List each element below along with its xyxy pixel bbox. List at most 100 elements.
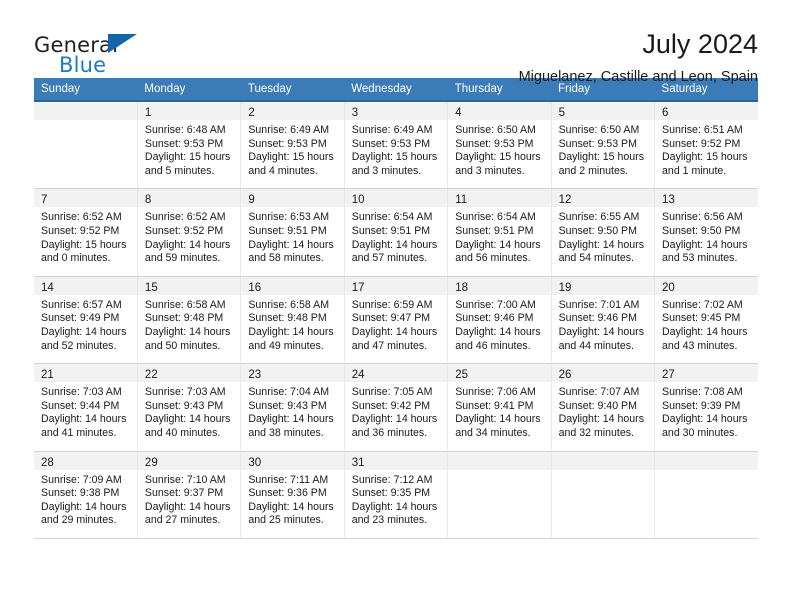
sunrise-text: Sunrise: 7:11 AM bbox=[248, 473, 329, 486]
sunrise-text: Sunrise: 6:58 AM bbox=[144, 298, 226, 311]
daylight-text: Daylight: 14 hours bbox=[144, 500, 231, 513]
sunset-text: Sunset: 9:42 PM bbox=[351, 399, 431, 412]
sunset-text: Sunset: 9:37 PM bbox=[144, 487, 224, 500]
calendar-day-cell[interactable]: 19 Sunrise: 7:01 AM Sunset: 9:46 PM Dayligh… bbox=[551, 276, 656, 365]
day-number: 12 bbox=[551, 189, 655, 208]
calendar-cell-empty bbox=[34, 101, 138, 190]
calendar-day-cell[interactable]: 25 Sunrise: 7:06 AM Sunset: 9:41 PM Dayligh… bbox=[447, 363, 552, 452]
calendar-day-cell[interactable]: 24 Sunrise: 7:05 AM Sunset: 9:42 PM Dayligh… bbox=[344, 363, 449, 452]
day-details: Sunrise: 7:12 AM Sunset: 9:35 PM Daylight:… bbox=[345, 470, 447, 538]
daylight-text: and 49 minutes. bbox=[248, 339, 324, 352]
sunrise-text: Sunrise: 7:07 AM bbox=[558, 386, 640, 399]
day-details: Sunrise: 7:00 AM Sunset: 9:46 PM Daylight:… bbox=[448, 295, 550, 363]
sunrise-text: Sunrise: 7:08 AM bbox=[662, 386, 743, 399]
daylight-text: Daylight: 14 hours bbox=[558, 238, 644, 251]
daylight-text: and 27 minutes. bbox=[144, 514, 221, 527]
daylight-text: and 29 minutes. bbox=[41, 514, 117, 527]
title-block: July 2024 Miguelanez, Castille and Leon,… bbox=[154, 28, 758, 87]
calendar-day-cell[interactable]: 15 Sunrise: 6:58 AM Sunset: 9:48 PM Dayligh… bbox=[137, 276, 242, 365]
daylight-text: Daylight: 14 hours bbox=[558, 413, 644, 426]
daylight-text: Daylight: 14 hours bbox=[351, 238, 438, 251]
calendar-table: Sunday Monday Tuesday Wednesday Thursday Frid… bbox=[34, 78, 758, 539]
calendar-day-cell[interactable]: 12 Sunrise: 6:55 AM Sunset: 9:50 PM Dayligh… bbox=[551, 188, 656, 277]
daylight-text: Daylight: 14 hours bbox=[41, 413, 127, 426]
sunset-text: Sunset: 9:43 PM bbox=[144, 399, 224, 412]
sunrise-text: Sunrise: 7:01 AM bbox=[558, 298, 640, 311]
day-details: Sunrise: 6:49 AM Sunset: 9:53 PM Daylight:… bbox=[241, 120, 343, 188]
day-number: 15 bbox=[137, 276, 241, 295]
daylight-text: Daylight: 15 hours bbox=[248, 151, 334, 164]
day-details: Sunrise: 7:02 AM Sunset: 9:45 PM Daylight:… bbox=[655, 295, 758, 363]
daylight-text: and 50 minutes. bbox=[144, 339, 221, 352]
daylight-text: Daylight: 14 hours bbox=[144, 413, 231, 426]
daylight-text: and 38 minutes. bbox=[248, 426, 324, 439]
calendar-day-cell[interactable]: 14 Sunrise: 6:57 AM Sunset: 9:49 PM Dayligh… bbox=[34, 276, 138, 365]
day-details: Sunrise: 7:06 AM Sunset: 9:41 PM Daylight:… bbox=[448, 382, 550, 450]
calendar-day-cell[interactable]: 30 Sunrise: 7:11 AM Sunset: 9:36 PM Dayligh… bbox=[240, 451, 345, 539]
day-number: 5 bbox=[551, 102, 655, 120]
sunrise-text: Sunrise: 7:02 AM bbox=[662, 298, 743, 311]
calendar-day-cell[interactable]: 26 Sunrise: 7:07 AM Sunset: 9:40 PM Dayligh… bbox=[551, 363, 656, 452]
daylight-text: Daylight: 14 hours bbox=[144, 325, 231, 338]
calendar-day-cell[interactable]: 2 Sunrise: 6:49 AM Sunset: 9:53 PM Daylight… bbox=[240, 101, 345, 190]
general-blue-logo[interactable]: General Blue bbox=[34, 28, 154, 77]
sunrise-text: Sunrise: 6:48 AM bbox=[144, 124, 226, 136]
calendar-week-row: 21 Sunrise: 7:03 AM Sunset: 9:44 PM Dayligh… bbox=[34, 363, 758, 452]
sunrise-text: Sunrise: 6:50 AM bbox=[558, 124, 640, 136]
sunset-text: Sunset: 9:46 PM bbox=[455, 312, 534, 325]
calendar-day-cell[interactable]: 8 Sunrise: 6:52 AM Sunset: 9:52 PM Daylight… bbox=[137, 188, 242, 277]
calendar-day-cell[interactable]: 13 Sunrise: 6:56 AM Sunset: 9:50 PM Dayligh… bbox=[654, 188, 758, 277]
sunrise-text: Sunrise: 6:56 AM bbox=[662, 211, 743, 224]
calendar-day-cell[interactable]: 18 Sunrise: 7:00 AM Sunset: 9:46 PM Dayligh… bbox=[447, 276, 552, 365]
calendar-day-cell[interactable]: 3 Sunrise: 6:49 AM Sunset: 9:53 PM Daylight… bbox=[344, 101, 449, 190]
day-details: Sunrise: 6:58 AM Sunset: 9:48 PM Daylight:… bbox=[241, 295, 343, 363]
daylight-text: Daylight: 14 hours bbox=[248, 238, 334, 251]
day-details bbox=[655, 470, 758, 532]
sunset-text: Sunset: 9:47 PM bbox=[351, 312, 431, 325]
calendar-day-cell[interactable]: 7 Sunrise: 6:52 AM Sunset: 9:52 PM Daylight… bbox=[34, 188, 138, 277]
calendar-day-cell[interactable]: 11 Sunrise: 6:54 AM Sunset: 9:51 PM Dayligh… bbox=[447, 188, 552, 277]
calendar-day-cell[interactable]: 16 Sunrise: 6:58 AM Sunset: 9:48 PM Dayligh… bbox=[240, 276, 345, 365]
calendar-day-cell[interactable]: 22 Sunrise: 7:03 AM Sunset: 9:43 PM Dayligh… bbox=[137, 363, 242, 452]
sunrise-text: Sunrise: 6:55 AM bbox=[558, 211, 640, 224]
calendar-day-cell[interactable]: 1 Sunrise: 6:48 AM Sunset: 9:53 PM Daylight… bbox=[137, 101, 242, 190]
daylight-text: and 3 minutes. bbox=[351, 164, 422, 177]
daylight-text: and 57 minutes. bbox=[351, 252, 428, 265]
calendar-day-cell[interactable]: 31 Sunrise: 7:12 AM Sunset: 9:35 PM Dayligh… bbox=[344, 451, 449, 539]
sunset-text: Sunset: 9:51 PM bbox=[248, 224, 327, 237]
day-number: 11 bbox=[448, 189, 551, 208]
sunset-text: Sunset: 9:40 PM bbox=[558, 399, 637, 412]
day-number: 30 bbox=[241, 451, 344, 470]
daylight-text: Daylight: 14 hours bbox=[248, 500, 334, 513]
day-details: Sunrise: 6:48 AM Sunset: 9:53 PM Daylight:… bbox=[138, 120, 240, 188]
calendar-day-cell[interactable]: 28 Sunrise: 7:09 AM Sunset: 9:38 PM Dayligh… bbox=[34, 451, 138, 539]
calendar-day-cell[interactable]: 5 Sunrise: 6:50 AM Sunset: 9:53 PM Daylight… bbox=[551, 101, 656, 190]
sunset-text: Sunset: 9:49 PM bbox=[41, 312, 120, 325]
daylight-text: and 59 minutes. bbox=[144, 252, 221, 265]
calendar-day-cell[interactable]: 10 Sunrise: 6:54 AM Sunset: 9:51 PM Dayligh… bbox=[344, 188, 449, 277]
sunrise-text: Sunrise: 6:59 AM bbox=[351, 298, 433, 311]
day-number: 27 bbox=[655, 364, 758, 383]
day-details bbox=[448, 470, 550, 532]
calendar-day-cell[interactable]: 4 Sunrise: 6:50 AM Sunset: 9:53 PM Daylight… bbox=[447, 101, 552, 190]
calendar-day-cell[interactable]: 27 Sunrise: 7:08 AM Sunset: 9:39 PM Dayligh… bbox=[654, 363, 758, 452]
day-details bbox=[552, 470, 654, 532]
weekday-header-sunday: Sunday bbox=[34, 78, 138, 102]
calendar-day-cell[interactable]: 6 Sunrise: 6:51 AM Sunset: 9:52 PM Daylight… bbox=[654, 101, 758, 190]
calendar-day-cell[interactable]: 23 Sunrise: 7:04 AM Sunset: 9:43 PM Dayligh… bbox=[240, 363, 345, 452]
sunrise-text: Sunrise: 6:49 AM bbox=[351, 124, 433, 136]
calendar-day-cell[interactable]: 20 Sunrise: 7:02 AM Sunset: 9:45 PM Dayligh… bbox=[654, 276, 758, 365]
daylight-text: and 53 minutes. bbox=[662, 252, 738, 265]
sunrise-text: Sunrise: 6:54 AM bbox=[455, 211, 536, 224]
sunset-text: Sunset: 9:48 PM bbox=[144, 312, 224, 325]
calendar-day-cell[interactable]: 29 Sunrise: 7:10 AM Sunset: 9:37 PM Dayligh… bbox=[137, 451, 242, 539]
day-number: 28 bbox=[34, 451, 137, 470]
sunrise-text: Sunrise: 6:53 AM bbox=[248, 211, 330, 224]
day-details: Sunrise: 6:51 AM Sunset: 9:52 PM Daylight:… bbox=[655, 120, 758, 188]
calendar-day-cell[interactable]: 21 Sunrise: 7:03 AM Sunset: 9:44 PM Dayligh… bbox=[34, 363, 138, 452]
calendar-day-cell[interactable]: 9 Sunrise: 6:53 AM Sunset: 9:51 PM Daylight… bbox=[240, 188, 345, 277]
day-details: Sunrise: 7:05 AM Sunset: 9:42 PM Daylight:… bbox=[345, 382, 447, 450]
day-details: Sunrise: 7:03 AM Sunset: 9:43 PM Daylight:… bbox=[138, 382, 240, 450]
calendar-day-cell[interactable]: 17 Sunrise: 6:59 AM Sunset: 9:47 PM Dayligh… bbox=[344, 276, 449, 365]
daylight-text: and 1 minute. bbox=[662, 164, 727, 177]
